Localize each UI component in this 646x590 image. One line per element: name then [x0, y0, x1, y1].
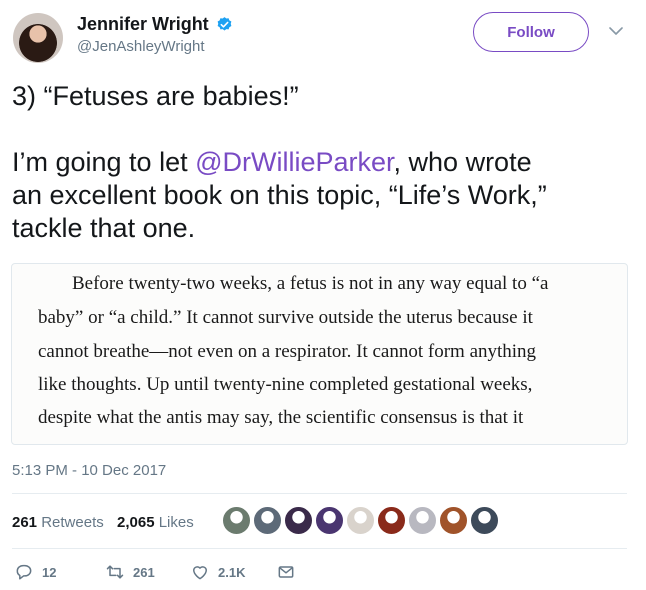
tweet-header: Jennifer Wright @JenAshleyWright Follow [0, 0, 646, 72]
divider [12, 493, 627, 494]
retweet-count: 261 [133, 564, 155, 580]
author-name[interactable]: Jennifer Wright [77, 13, 209, 35]
liker-avatar[interactable] [438, 505, 469, 536]
retweets-label: Retweets [41, 514, 104, 531]
liker-avatar[interactable] [221, 505, 252, 536]
retweets-stat[interactable]: 261 Retweets [12, 514, 104, 531]
mention-link[interactable]: @DrWillieParker [195, 147, 393, 177]
tweet-line-2a: I’m going to let [12, 147, 196, 177]
liker-avatar[interactable] [407, 505, 438, 536]
media-text-line: despite what the antis may say, the scie… [38, 407, 524, 428]
chevron-down-icon[interactable] [609, 26, 623, 36]
tweet-timestamp[interactable]: 5:13 PM - 10 Dec 2017 [12, 462, 166, 479]
liker-avatar[interactable] [345, 505, 376, 536]
media-text-line: baby” or “a child.” It cannot survive ou… [38, 307, 533, 328]
like-count: 2.1K [218, 564, 246, 580]
likes-label: Likes [158, 514, 194, 531]
retweet-icon [106, 565, 124, 579]
likes-stat[interactable]: 2,065 Likes [117, 514, 194, 531]
direct-message-action[interactable] [276, 560, 296, 584]
tweet-line-4: tackle that one. [12, 213, 196, 243]
liker-avatar[interactable] [376, 505, 407, 536]
media-text-line: like thoughts. Up until twenty-nine comp… [38, 374, 533, 395]
retweet-action[interactable]: 261 [105, 560, 155, 584]
author-avatar[interactable] [13, 13, 63, 63]
reply-count: 12 [42, 564, 57, 580]
liker-avatar[interactable] [283, 505, 314, 536]
follow-button[interactable]: Follow [473, 12, 589, 52]
like-action[interactable]: 2.1K [190, 560, 245, 584]
envelope-icon [278, 566, 294, 578]
reply-action[interactable]: 12 [14, 560, 56, 584]
author-name-row: Jennifer Wright [77, 13, 233, 35]
liker-avatar[interactable] [469, 505, 500, 536]
tweet-media-image[interactable]: Before twenty-two weeks, a fetus is not … [11, 263, 628, 445]
divider [12, 548, 627, 549]
media-text-line: cannot breathe—not even on a respirator.… [38, 341, 537, 362]
verified-badge-icon [217, 16, 232, 31]
liker-avatar[interactable] [314, 505, 345, 536]
liker-avatar[interactable] [252, 505, 283, 536]
likes-count: 2,065 [117, 514, 155, 531]
tweet-text: 3) “Fetuses are babies!” I’m going to le… [12, 80, 637, 245]
tweet-line-1: 3) “Fetuses are babies!” [12, 81, 299, 111]
tweet-line-3: an excellent book on this topic, “Life’s… [12, 180, 547, 210]
media-text-line: Before twenty-two weeks, a fetus is not … [72, 273, 549, 294]
retweets-count: 261 [12, 514, 38, 531]
author-handle[interactable]: @JenAshleyWright [77, 38, 205, 55]
reply-icon [16, 564, 32, 580]
tweet-line-2b: , who wrote [393, 147, 532, 177]
heart-icon [193, 566, 207, 580]
